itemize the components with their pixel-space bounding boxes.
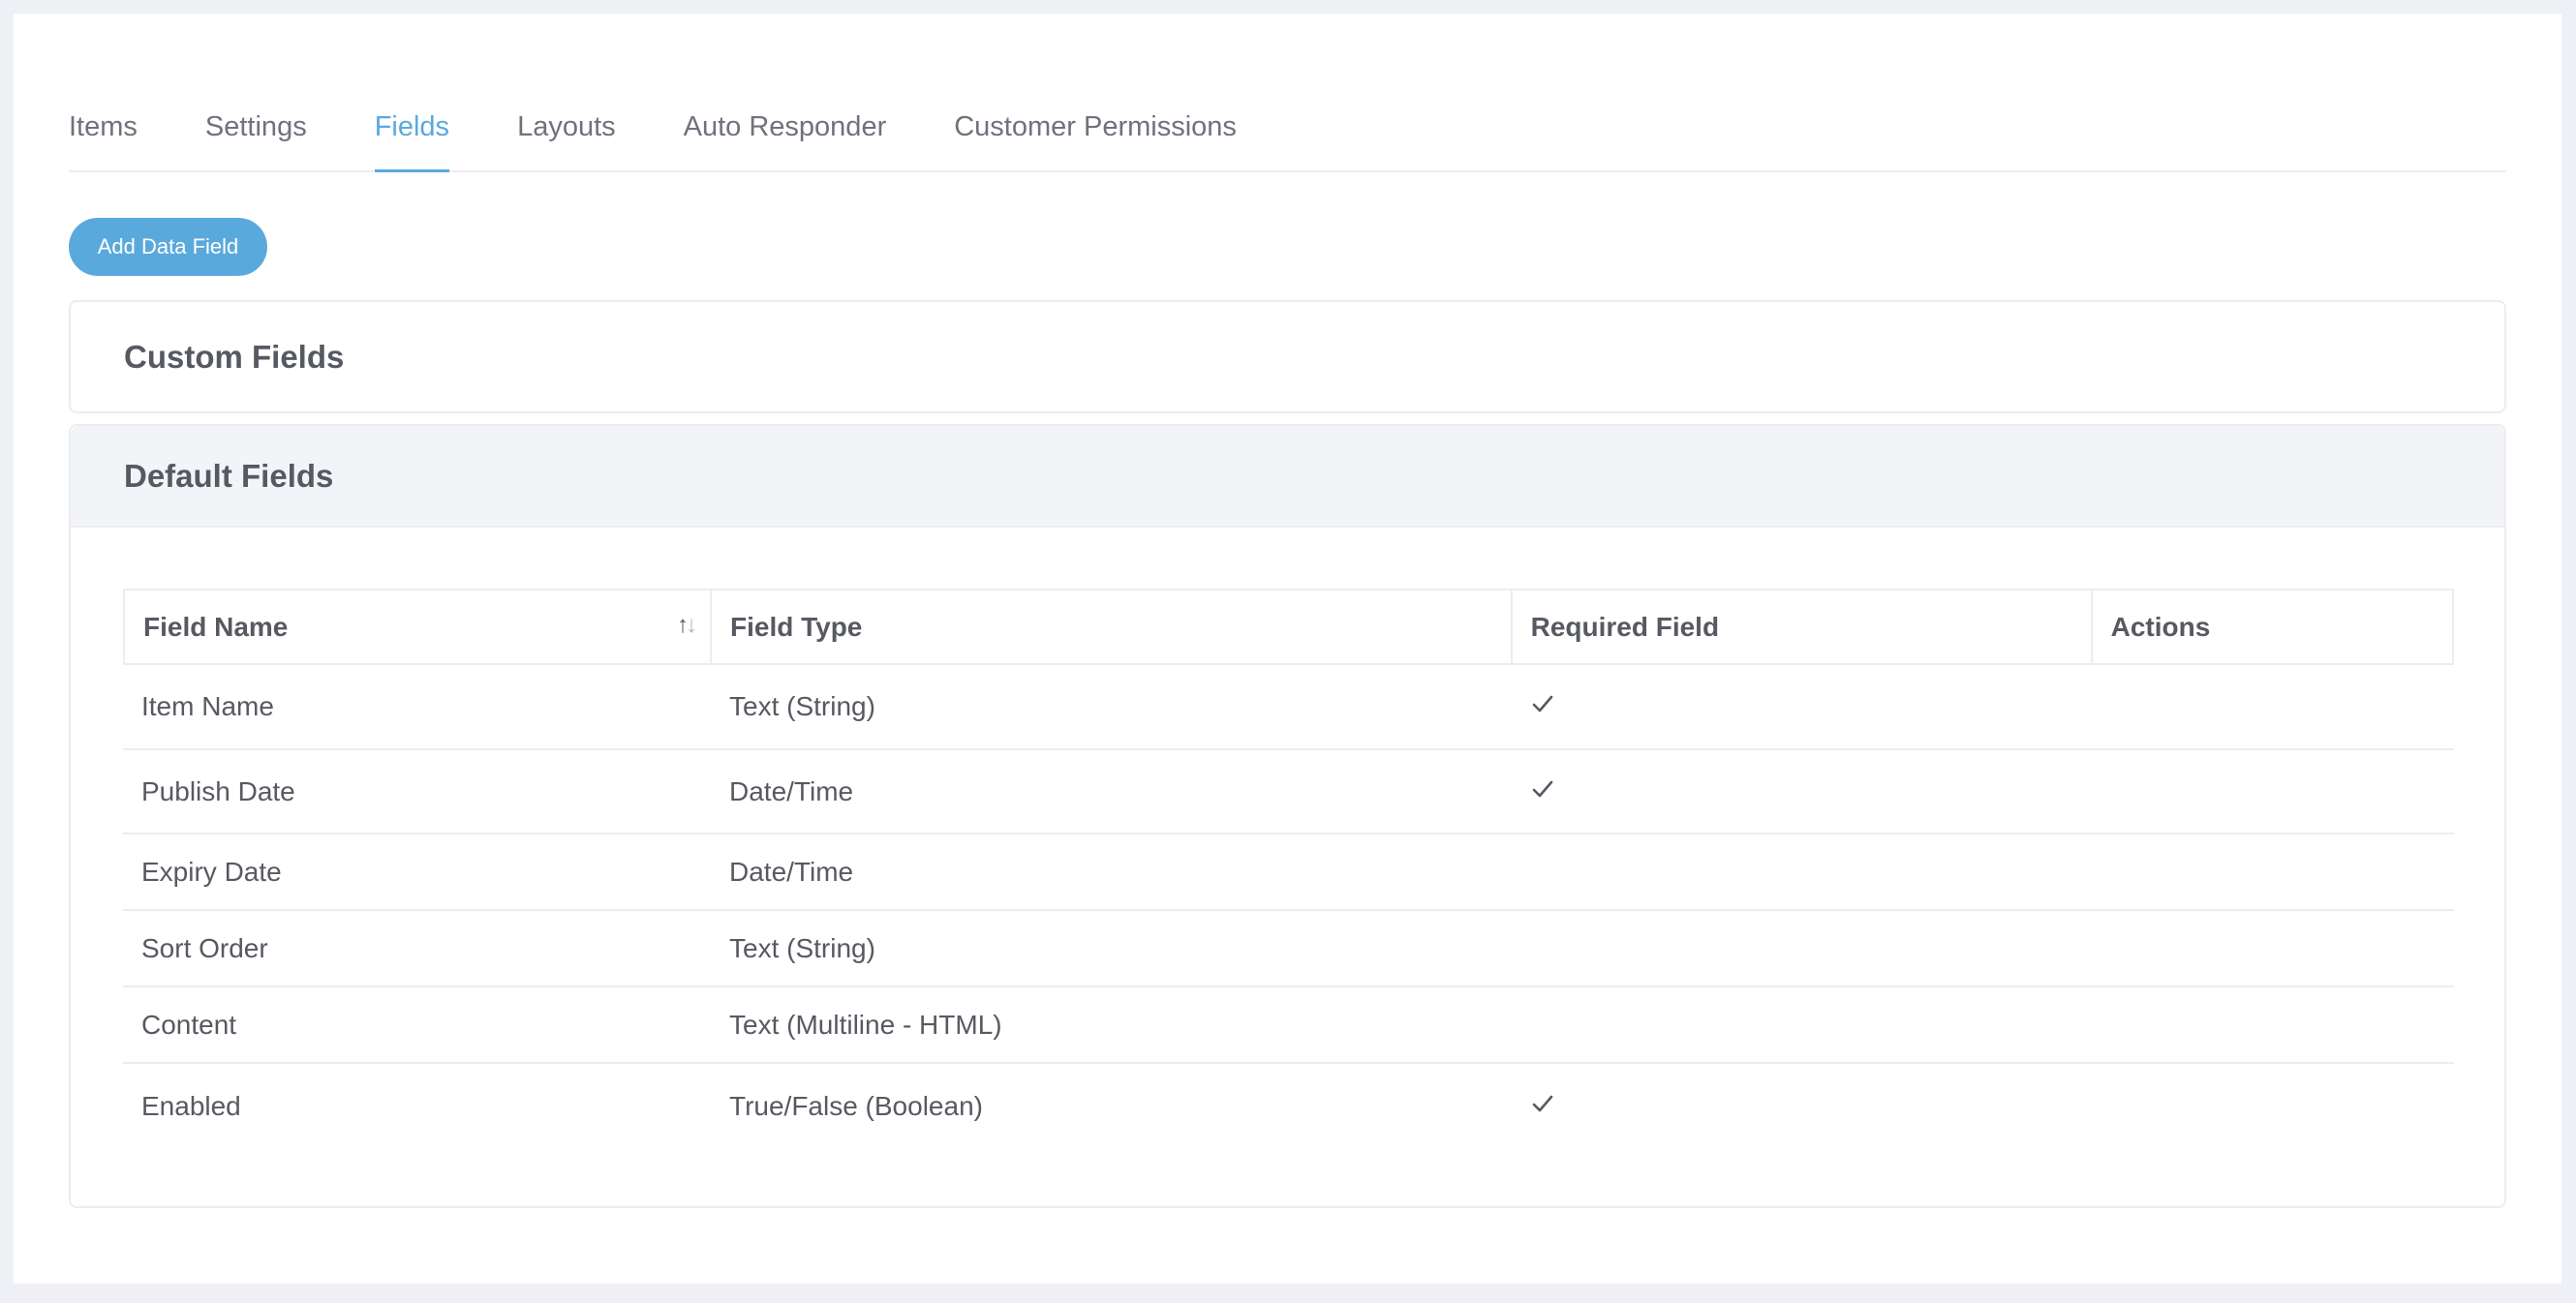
field-type-cell: Date/Time xyxy=(729,856,854,887)
table-row: Sort Order Text (String) xyxy=(123,911,2454,987)
field-type-cell: True/False (Boolean) xyxy=(729,1090,983,1121)
check-icon xyxy=(1532,780,1553,797)
tab-customer-permissions[interactable]: Customer Permissions xyxy=(954,111,1237,170)
field-name-cell: Sort Order xyxy=(141,932,268,963)
required-cell xyxy=(1513,1091,2094,1122)
column-header-actions: Actions xyxy=(2110,611,2211,642)
field-type-cell: Date/Time xyxy=(729,775,854,806)
field-name-cell: Enabled xyxy=(141,1090,241,1121)
tab-bar: Items Settings Fields Layouts Auto Respo… xyxy=(69,76,2506,172)
table-row: Item Name Text (String) xyxy=(123,665,2454,750)
table-row: Enabled True/False (Boolean) xyxy=(123,1064,2454,1148)
field-name-cell: Publish Date xyxy=(141,775,295,806)
required-cell xyxy=(1513,776,2094,807)
column-header-field-name[interactable]: Field Name ↑↓ xyxy=(125,591,712,663)
field-name-cell: Content xyxy=(141,1009,237,1040)
table-row: Expiry Date Date/Time xyxy=(123,834,2454,911)
table-row: Content Text (Multiline - HTML) xyxy=(123,987,2454,1064)
column-header-field-type: Field Type xyxy=(712,591,1513,663)
tab-items[interactable]: Items xyxy=(69,111,138,170)
table-header: Field Name ↑↓ Field Type Required Field … xyxy=(123,589,2454,665)
default-fields-table: Field Name ↑↓ Field Type Required Field … xyxy=(123,589,2454,1148)
default-fields-panel: Default Fields Field Name ↑↓ Field Type … xyxy=(69,424,2506,1208)
field-type-cell: Text (String) xyxy=(729,932,875,963)
tab-settings[interactable]: Settings xyxy=(205,111,307,170)
custom-fields-panel: Custom Fields xyxy=(69,300,2506,413)
default-fields-title: Default Fields xyxy=(71,426,2504,528)
field-type-cell: Text (Multiline - HTML) xyxy=(729,1009,1002,1040)
table-row: Publish Date Date/Time xyxy=(123,750,2454,834)
field-type-cell: Text (String) xyxy=(729,691,875,721)
field-name-cell: Expiry Date xyxy=(141,856,282,887)
add-data-field-button[interactable]: Add Data Field xyxy=(69,218,267,276)
tab-layouts[interactable]: Layouts xyxy=(517,111,616,170)
required-cell xyxy=(1513,691,2094,722)
check-icon xyxy=(1532,1095,1553,1111)
check-icon xyxy=(1532,695,1553,712)
column-header-label: Field Name xyxy=(143,611,289,642)
column-header-required-field: Required Field xyxy=(1513,591,2093,663)
tab-fields[interactable]: Fields xyxy=(374,111,450,172)
custom-fields-title: Custom Fields xyxy=(124,338,345,375)
main-card: Items Settings Fields Layouts Auto Respo… xyxy=(14,14,2561,1284)
tab-auto-responder[interactable]: Auto Responder xyxy=(684,111,887,170)
field-name-cell: Item Name xyxy=(141,691,274,721)
sort-arrows-icon[interactable]: ↑↓ xyxy=(677,612,697,639)
